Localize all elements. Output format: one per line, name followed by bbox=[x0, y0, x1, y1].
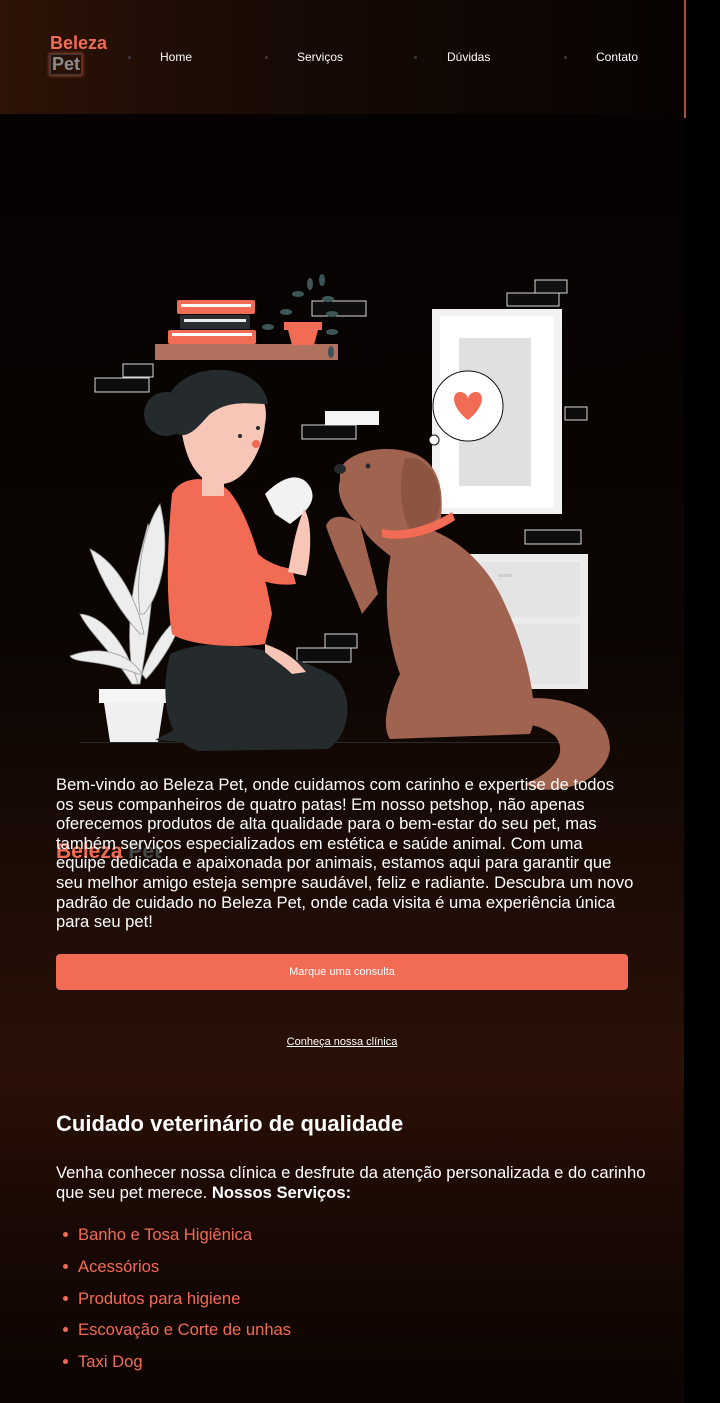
nav-duvidas[interactable]: Dúvidas bbox=[447, 50, 490, 64]
nav-contato[interactable]: Contato bbox=[596, 50, 638, 64]
list-item: Banho e Tosa Higiênica bbox=[56, 1223, 291, 1255]
services-list: Banho e Tosa Higiênica Acessórios Produt… bbox=[56, 1223, 291, 1382]
list-item: Produtos para higiene bbox=[56, 1287, 291, 1319]
nav-separator bbox=[564, 56, 567, 59]
woman-and-dog-illustration bbox=[69, 274, 610, 790]
page: Beleza Pet Home Serviços Dúvidas Contato bbox=[0, 0, 684, 1403]
logo[interactable]: Beleza Pet bbox=[50, 34, 107, 75]
logo-line2: Pet bbox=[50, 53, 83, 75]
list-item: Escovação e Corte de unhas bbox=[56, 1318, 291, 1350]
nav-home[interactable]: Home bbox=[160, 50, 192, 64]
nav-separator bbox=[265, 56, 268, 59]
services-title: Cuidado veterinário de qualidade bbox=[56, 1111, 404, 1136]
logo-line1: Beleza bbox=[50, 33, 108, 53]
list-item: Acessórios bbox=[56, 1255, 291, 1287]
nav-separator bbox=[414, 56, 417, 59]
scrollbar-area bbox=[684, 0, 720, 1403]
header-edge-accent bbox=[684, 0, 686, 118]
site-header: Beleza Pet Home Serviços Dúvidas Contato bbox=[0, 0, 684, 114]
list-item: Taxi Dog bbox=[56, 1350, 291, 1382]
services-text: Venha conhecer nossa clínica e desfrute … bbox=[56, 1163, 646, 1202]
nav-separator bbox=[128, 56, 131, 59]
nav-servicos[interactable]: Serviços bbox=[297, 50, 343, 64]
book-appointment-button[interactable]: Marque uma consulta bbox=[56, 954, 628, 990]
services-text-bold: Nossos Serviços: bbox=[211, 1182, 352, 1202]
clinic-link[interactable]: Conheça nossa clínica bbox=[0, 1036, 684, 1048]
hero-intro-text: Bem-vindo ao Beleza Pet, onde cuidamos c… bbox=[56, 775, 634, 932]
